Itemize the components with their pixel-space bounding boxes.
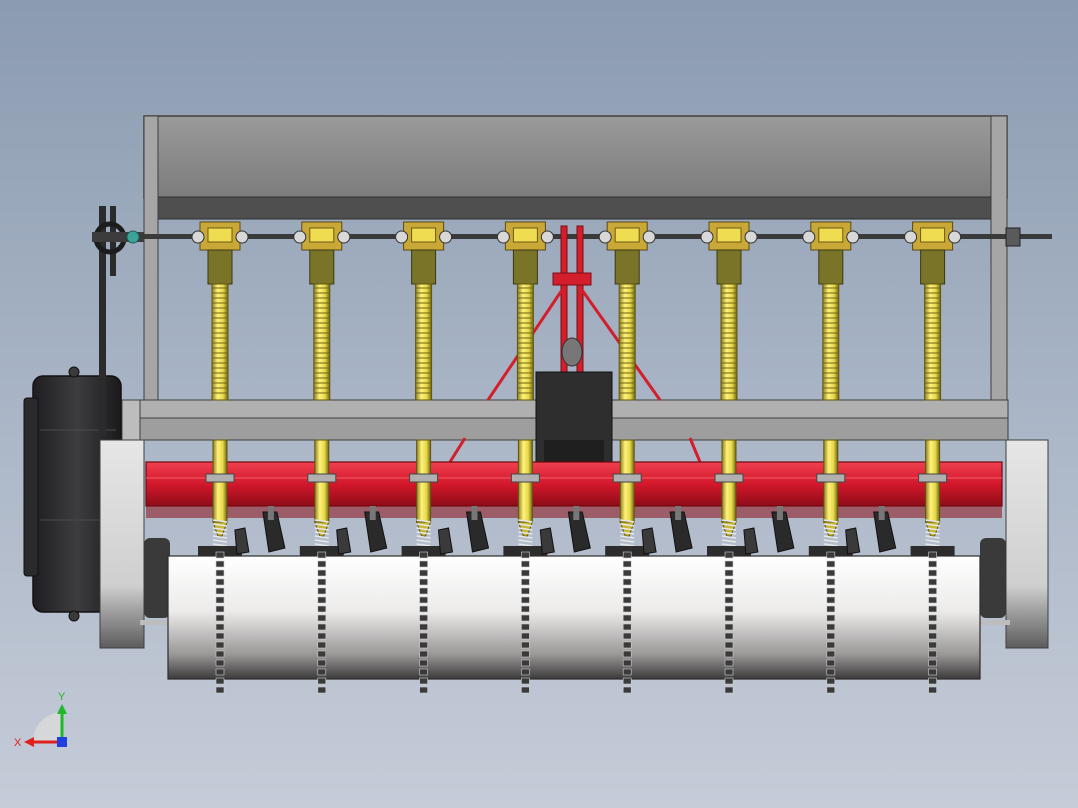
metering-unit [496, 221, 554, 285]
metering-unit [598, 221, 656, 285]
x-axis-label: X [14, 737, 22, 749]
seed-drill-model[interactable]: Y X [0, 0, 1078, 808]
y-axis-label: Y [58, 691, 66, 703]
seed-tube [211, 283, 229, 401]
coordinate-triad[interactable]: Y X [14, 691, 67, 749]
seed-tube [415, 283, 433, 401]
metering-unit [191, 221, 249, 285]
press-roller [167, 555, 981, 680]
seed-tube [313, 283, 331, 401]
metering-unit [904, 221, 962, 285]
cad-viewport[interactable]: Y X [0, 0, 1078, 808]
seed-tube [720, 283, 738, 401]
opener-assembly [910, 519, 955, 556]
seed-tube [822, 283, 840, 401]
seed-tube [924, 283, 942, 401]
metering-unit [395, 221, 453, 285]
z-axis-marker [57, 737, 67, 747]
metering-unit [802, 221, 860, 285]
metering-unit [700, 221, 758, 285]
seed-tube [618, 283, 636, 401]
metering-unit [293, 221, 351, 285]
seed-tube [516, 283, 534, 401]
